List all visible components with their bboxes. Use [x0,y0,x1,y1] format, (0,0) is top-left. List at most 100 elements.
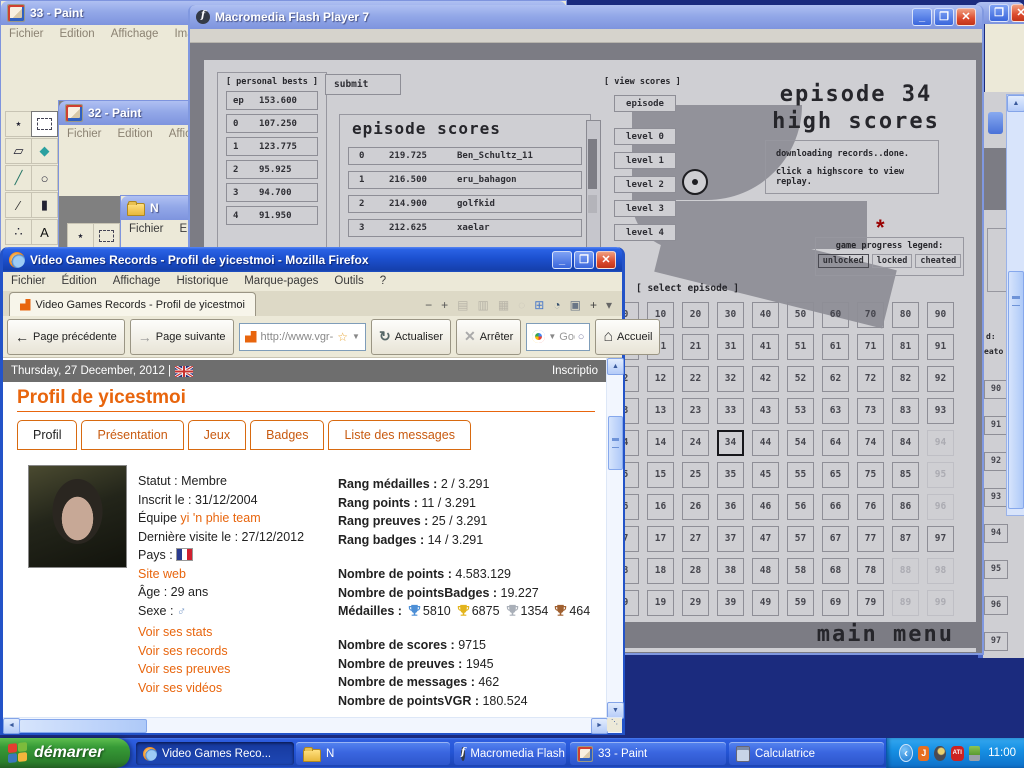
free-select-icon[interactable]: ⋆ [67,223,94,249]
view-scores-level-3[interactable]: level 3 [614,200,676,217]
airbrush-icon[interactable]: ∴ [5,219,32,245]
horizontal-scrollbar[interactable]: ◄ ► ⋱ [3,717,622,733]
episode-cell-71[interactable]: 71 [857,334,884,360]
episode-cell-22[interactable]: 22 [682,366,709,392]
episode-cell-45[interactable]: 45 [752,462,779,488]
url-dropdown-icon[interactable]: ▼ [352,332,360,341]
link-voir-ses-records[interactable]: Voir ses records [138,644,228,658]
eyedropper-icon[interactable]: ╱ [5,165,32,191]
add-icon[interactable]: + [590,298,597,312]
episode-cell-67[interactable]: 67 [822,526,849,552]
episode-cell-79[interactable]: 79 [857,590,884,616]
scroll-thumb[interactable] [1008,271,1024,509]
episode-cell-18[interactable]: 18 [647,558,674,584]
episode-cell-93[interactable]: 93 [927,398,954,424]
tab-liste-des-messages[interactable]: Liste des messages [328,420,470,450]
episode-cell-49[interactable]: 49 [752,590,779,616]
link-voir-ses-preuves[interactable]: Voir ses preuves [138,662,230,676]
episode-cell-43[interactable]: 43 [752,398,779,424]
firefox-menu-historique[interactable]: Historique [176,275,228,287]
bookmark-star-icon[interactable]: ☆ [337,330,348,344]
remove-tab-icon[interactable]: − [425,298,432,312]
episode-cell-51[interactable]: 51 [787,334,814,360]
link-voir-ses-vidéos[interactable]: Voir ses vidéos [138,681,222,695]
scroll-up-icon[interactable]: ▲ [1007,95,1024,112]
rect-select-icon[interactable] [93,223,120,249]
close-button[interactable]: ✕ [1011,4,1024,22]
episode-cell-48[interactable]: 48 [752,558,779,584]
episode-cell-88[interactable]: 88 [892,558,919,584]
episode-cell-26[interactable]: 26 [682,494,709,520]
paint33-menu-affichage[interactable]: Affichage [111,28,159,40]
episode-cell-24[interactable]: 24 [682,430,709,456]
episode-cell-99[interactable]: 99 [927,590,954,616]
episode-cell-16[interactable]: 16 [647,494,674,520]
episode-cell-77[interactable]: 77 [857,526,884,552]
taskbar-item-1[interactable]: N [296,742,450,765]
episode-cell-19[interactable]: 19 [647,590,674,616]
episode-cell-12[interactable]: 12 [647,366,674,392]
print-icon[interactable]: ▣ [570,298,581,312]
scroll-up-icon[interactable]: ▲ [607,358,624,375]
link-voir-ses-stats[interactable]: Voir ses stats [138,625,212,639]
submit-button[interactable]: submit [325,74,401,95]
free-select-icon[interactable]: ⋆ [5,111,32,137]
episode-cell-17[interactable]: 17 [647,526,674,552]
forward-button[interactable]: → Page suivante [130,319,234,355]
episode-cell-56[interactable]: 56 [787,494,814,520]
episode-cell-39[interactable]: 39 [717,590,744,616]
episode-score-row[interactable]: 3212.625xaelar [348,219,582,237]
taskbar-item-2[interactable]: fMacromedia Flash ... [454,742,566,765]
minimize-button[interactable]: _ [552,251,572,269]
episode-cell-72[interactable]: 72 [857,366,884,392]
episode-cell-23[interactable]: 23 [682,398,709,424]
maximize-button[interactable]: ❐ [574,251,594,269]
search-engine-dropdown-icon[interactable]: ▼ [548,332,556,341]
view-scores-level-4[interactable]: level 4 [614,224,676,241]
ati-icon[interactable]: ATI [951,746,964,761]
info-link[interactable]: yi 'n phie team [180,511,260,525]
uk-flag-icon[interactable] [175,366,193,377]
episode-cell-14[interactable]: 14 [647,430,674,456]
paint32-menu-edition[interactable]: Edition [118,128,153,140]
episode-cell-65[interactable]: 65 [822,462,849,488]
tab-badges[interactable]: Badges [250,420,324,450]
episode-cell-78[interactable]: 78 [857,558,884,584]
episode-cell-30[interactable]: 30 [717,302,744,328]
refresh-button[interactable]: ↻ Actualiser [371,319,451,355]
bgwin-scrollbar[interactable]: ▲ [1006,94,1024,516]
episode-cell-82[interactable]: 82 [892,366,919,392]
view-scores-episode[interactable]: episode [614,95,676,112]
episode-cell-13[interactable]: 13 [647,398,674,424]
restore-button[interactable]: ❐ [989,4,1009,22]
close-button[interactable]: ✕ [956,8,976,26]
spinner-icon[interactable]: ◌ [518,298,525,312]
scroll-left-icon[interactable]: ◄ [3,718,20,734]
scroll-thumb[interactable] [588,139,597,189]
episode-cell-62[interactable]: 62 [822,366,849,392]
episode-cell-87[interactable]: 87 [892,526,919,552]
episode-cell-36[interactable]: 36 [717,494,744,520]
taskbar-item-3[interactable]: 33 - Paint [570,742,726,765]
episode-cell-85[interactable]: 85 [892,462,919,488]
episode-cell-66[interactable]: 66 [822,494,849,520]
start-button[interactable]: démarrer [0,738,130,768]
taskbar-item-0[interactable]: Video Games Reco... [136,742,294,765]
episode-score-row[interactable]: 0219.725Ben_Schultz_11 [348,147,582,165]
fill-icon[interactable]: ◆ [31,138,58,164]
firefox-menu-marquepages[interactable]: Marque-pages [244,275,318,287]
episode-cell-58[interactable]: 58 [787,558,814,584]
scroll-right-icon[interactable]: ► [591,718,608,734]
episode-cell-50[interactable]: 50 [787,302,814,328]
firefox-menu-affichage[interactable]: Affichage [113,275,161,287]
search-box[interactable]: ▼ Googl ○ [526,323,590,351]
maximize-button[interactable]: ❐ [934,8,954,26]
episode-cell-68[interactable]: 68 [822,558,849,584]
episode-cell-33[interactable]: 33 [717,398,744,424]
hide-icons-icon[interactable]: ‹ [899,744,913,762]
paint33-menu-fichier[interactable]: Fichier [9,28,44,40]
firefox-titlebar[interactable]: Video Games Records - Profil de yicestmo… [3,247,622,272]
episode-cell-35[interactable]: 35 [717,462,744,488]
episode-cell-90[interactable]: 90 [927,302,954,328]
paint33-menu-edition[interactable]: Edition [60,28,95,40]
